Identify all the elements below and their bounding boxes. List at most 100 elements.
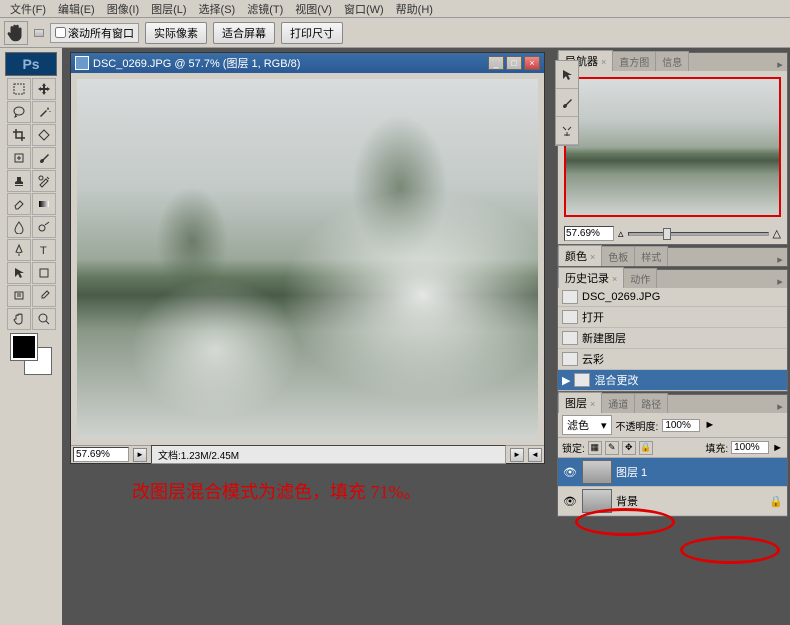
history-item[interactable]: 新建图层 — [558, 328, 787, 349]
menu-bar: 文件(F) 编辑(E) 图像(I) 图层(L) 选择(S) 滤镜(T) 视图(V… — [0, 0, 790, 18]
tab-info[interactable]: 信息 — [655, 51, 689, 71]
panel-menu-icon[interactable]: ▸ — [773, 400, 787, 413]
menu-filter[interactable]: 滤镜(T) — [241, 1, 289, 17]
opacity-arrow[interactable]: ► — [704, 419, 715, 431]
tab-color[interactable]: 颜色× — [558, 245, 602, 266]
visibility-icon[interactable]: 👁 — [562, 464, 578, 480]
wand-tool[interactable] — [32, 101, 56, 123]
fill-arrow[interactable]: ► — [772, 442, 783, 454]
menu-layer[interactable]: 图层(L) — [145, 1, 192, 17]
print-size-button[interactable]: 打印尺寸 — [281, 22, 343, 44]
svg-text:T: T — [40, 245, 47, 257]
eyedropper-tool[interactable] — [32, 285, 56, 307]
brush-tool[interactable] — [32, 147, 56, 169]
stamp-tool[interactable] — [7, 170, 31, 192]
dock-brush-icon[interactable] — [556, 89, 578, 117]
shape-tool[interactable] — [32, 262, 56, 284]
panel-menu-icon[interactable]: ▸ — [773, 253, 787, 266]
layer-name[interactable]: 背景 — [616, 493, 638, 509]
heal-tool[interactable] — [7, 147, 31, 169]
tab-histogram[interactable]: 直方图 — [612, 51, 656, 71]
tab-channels[interactable]: 通道 — [601, 393, 635, 413]
info-arrow[interactable]: ► — [510, 448, 524, 462]
menu-select[interactable]: 选择(S) — [193, 1, 242, 17]
text-tool[interactable]: T — [32, 239, 56, 261]
menu-window[interactable]: 窗口(W) — [338, 1, 390, 17]
zoom-out-icon[interactable]: ▵ — [618, 227, 624, 240]
path-select-tool[interactable] — [7, 262, 31, 284]
layer-thumbnail[interactable] — [582, 489, 612, 513]
fill-input[interactable] — [731, 441, 769, 454]
visibility-icon[interactable]: 👁 — [562, 493, 578, 509]
pen-tool[interactable] — [7, 239, 31, 261]
zoom-slider[interactable] — [628, 232, 769, 236]
eraser-tool[interactable] — [7, 193, 31, 215]
zoom-in-icon[interactable]: △ — [773, 227, 781, 240]
scroll-all-checkbox[interactable]: 滚动所有窗口 — [50, 23, 139, 43]
vertical-dock — [555, 60, 579, 146]
scroll-left[interactable]: ◄ — [528, 448, 542, 462]
fit-screen-button[interactable]: 适合屏幕 — [213, 22, 275, 44]
menu-edit[interactable]: 编辑(E) — [52, 1, 101, 17]
lock-transparency-icon[interactable]: ▦ — [588, 441, 602, 455]
foreground-color[interactable] — [11, 334, 37, 360]
tab-swatches[interactable]: 色板 — [601, 246, 635, 266]
marquee-tool[interactable] — [7, 78, 31, 100]
dodge-tool[interactable] — [32, 216, 56, 238]
dock-tools-icon[interactable] — [556, 117, 578, 145]
document-window: DSC_0269.JPG @ 57.7% (图层 1, RGB/8) _ □ ×… — [70, 52, 545, 464]
panel-menu-icon[interactable]: ▸ — [773, 275, 787, 288]
history-brush-tool[interactable] — [32, 170, 56, 192]
close-button[interactable]: × — [524, 56, 540, 70]
color-swatches[interactable] — [11, 334, 51, 374]
slice-tool[interactable] — [32, 124, 56, 146]
opacity-input[interactable] — [662, 419, 700, 432]
menu-image[interactable]: 图像(I) — [101, 1, 145, 17]
history-item[interactable]: 打开 — [558, 307, 787, 328]
zoom-tool[interactable] — [32, 308, 56, 330]
dock-arrow-icon[interactable] — [556, 61, 578, 89]
gradient-tool[interactable] — [32, 193, 56, 215]
lasso-tool[interactable] — [7, 101, 31, 123]
crop-tool[interactable] — [7, 124, 31, 146]
zoom-input[interactable] — [73, 447, 129, 462]
tab-actions[interactable]: 动作 — [623, 268, 657, 288]
layer-name[interactable]: 图层 1 — [616, 464, 647, 480]
navigator-panel: 导航器× 直方图 信息 ▸ ▵ △ — [557, 52, 788, 245]
maximize-button[interactable]: □ — [506, 56, 522, 70]
history-item[interactable]: ▶混合更改 — [558, 370, 787, 391]
lock-icon: 🔒 — [769, 495, 783, 508]
canvas[interactable] — [77, 79, 538, 439]
panel-menu-icon[interactable]: ▸ — [773, 58, 787, 71]
move-tool[interactable] — [32, 78, 56, 100]
tool-preset-dropdown[interactable] — [34, 29, 44, 37]
doc-info: 文档:1.23M/2.45M — [151, 445, 506, 464]
opacity-label: 不透明度: — [616, 418, 659, 433]
hand-tool[interactable] — [7, 308, 31, 330]
actual-pixels-button[interactable]: 实际像素 — [145, 22, 207, 44]
window-titlebar[interactable]: DSC_0269.JPG @ 57.7% (图层 1, RGB/8) _ □ × — [71, 53, 544, 73]
options-bar: 滚动所有窗口 实际像素 适合屏幕 打印尺寸 — [0, 18, 790, 48]
layer-row[interactable]: 👁 图层 1 — [558, 458, 787, 487]
menu-help[interactable]: 帮助(H) — [390, 1, 439, 17]
lock-pixels-icon[interactable]: ✎ — [605, 441, 619, 455]
lock-position-icon[interactable]: ✥ — [622, 441, 636, 455]
minimize-button[interactable]: _ — [488, 56, 504, 70]
history-item[interactable]: 云彩 — [558, 349, 787, 370]
tab-paths[interactable]: 路径 — [634, 393, 668, 413]
tab-history[interactable]: 历史记录× — [558, 267, 624, 288]
tab-styles[interactable]: 样式 — [634, 246, 668, 266]
navigator-preview[interactable] — [564, 77, 781, 217]
navigator-zoom-input[interactable] — [564, 226, 614, 241]
layer-thumbnail[interactable] — [582, 460, 612, 484]
lock-all-icon[interactable]: 🔒 — [639, 441, 653, 455]
blend-mode-dropdown[interactable]: 滤色▾ — [562, 415, 612, 435]
layer-row[interactable]: 👁 背景 🔒 — [558, 487, 787, 516]
zoom-arrow[interactable]: ► — [133, 448, 147, 462]
history-snapshot[interactable]: DSC_0269.JPG — [558, 288, 787, 307]
menu-view[interactable]: 视图(V) — [289, 1, 338, 17]
blur-tool[interactable] — [7, 216, 31, 238]
tab-layers[interactable]: 图层× — [558, 392, 602, 413]
menu-file[interactable]: 文件(F) — [4, 1, 52, 17]
notes-tool[interactable] — [7, 285, 31, 307]
